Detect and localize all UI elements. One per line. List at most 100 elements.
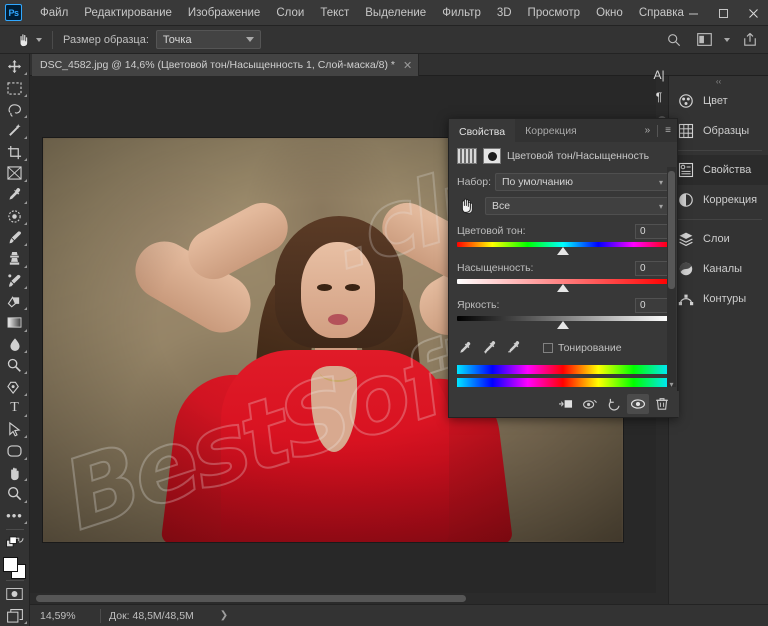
type-tool[interactable]: T — [1, 398, 29, 419]
properties-scroll-thumb[interactable] — [668, 171, 675, 289]
scroll-down-chevron-icon[interactable]: ▾ — [668, 380, 675, 389]
saturation-value-field[interactable]: 0 — [635, 260, 669, 276]
brush-tool[interactable] — [1, 227, 29, 248]
minimize-button[interactable] — [678, 0, 708, 26]
menu-item-text[interactable]: Текст — [312, 3, 357, 23]
lightness-slider-track[interactable] — [457, 315, 669, 329]
clip-to-layer-button[interactable] — [555, 394, 577, 414]
dock-collapse-handle[interactable]: ‹‹ — [669, 76, 768, 86]
horizontal-scroll-thumb[interactable] — [36, 595, 466, 602]
frame-tool[interactable] — [1, 163, 29, 184]
screen-mode-button[interactable] — [1, 605, 29, 626]
hue-value-field[interactable]: 0 — [635, 223, 669, 239]
history-brush-tool[interactable] — [1, 270, 29, 291]
zoom-tool[interactable] — [1, 483, 29, 504]
channels-icon — [677, 260, 695, 278]
pen-tool[interactable] — [1, 376, 29, 397]
saturation-slider-thumb[interactable] — [557, 284, 569, 292]
lightness-value-field[interactable]: 0 — [635, 297, 669, 313]
blur-tool[interactable] — [1, 334, 29, 355]
edit-toolbar-button[interactable]: ••• — [1, 505, 29, 526]
dock-item-swatches[interactable]: Образцы — [669, 116, 768, 146]
paragraph-panel-icon[interactable]: ¶ — [648, 86, 670, 108]
default-colors-swap-row[interactable] — [1, 533, 29, 554]
lightness-slider-thumb[interactable] — [557, 321, 569, 329]
arrange-chevron-icon[interactable] — [724, 37, 730, 42]
color-swatches[interactable] — [2, 556, 28, 580]
lasso-tool[interactable] — [1, 99, 29, 120]
clone-stamp-tool[interactable] — [1, 248, 29, 269]
tab-properties[interactable]: Свойства — [449, 119, 516, 142]
colorize-checkbox[interactable] — [543, 343, 553, 353]
magic-wand-tool[interactable] — [1, 120, 29, 141]
arrange-documents-icon[interactable] — [694, 30, 714, 50]
character-panel-icon[interactable]: A| — [648, 64, 670, 86]
dock-item-properties[interactable]: Свойства — [669, 155, 768, 185]
dock-item-adjustments[interactable]: Коррекция — [669, 185, 768, 215]
menu-item-window[interactable]: Окно — [588, 3, 631, 23]
dock-item-channels[interactable]: Каналы — [669, 254, 768, 284]
paths-icon — [677, 290, 695, 308]
document-tab[interactable]: DSC_4582.jpg @ 14,6% (Цветовой тон/Насыщ… — [32, 54, 420, 76]
menu-item-layers[interactable]: Слои — [268, 3, 312, 23]
healing-brush-tool[interactable] — [1, 206, 29, 227]
toggle-visibility-button[interactable] — [627, 394, 649, 414]
eyedropper-tool[interactable] — [1, 184, 29, 205]
preset-select[interactable]: По умолчанию ▾ — [495, 173, 669, 191]
dodge-tool[interactable] — [1, 355, 29, 376]
gradient-tool[interactable] — [1, 312, 29, 333]
menu-item-edit[interactable]: Редактирование — [76, 3, 180, 23]
hand-tool-icon[interactable] — [10, 29, 36, 51]
expand-collapse-icon[interactable]: » — [645, 125, 651, 136]
reset-button[interactable] — [603, 394, 625, 414]
eyedropper-icon[interactable] — [457, 340, 473, 356]
hand-tool[interactable] — [1, 462, 29, 483]
panel-menu-icon[interactable]: ≡ — [665, 125, 671, 136]
tool-preset-chevron-icon[interactable] — [36, 37, 42, 42]
foreground-color-swatch[interactable] — [2, 557, 18, 573]
chevron-down-icon: ▾ — [658, 177, 663, 187]
search-icon[interactable] — [664, 30, 684, 50]
crop-tool[interactable] — [1, 141, 29, 162]
menu-item-view[interactable]: Просмотр — [520, 3, 589, 23]
eraser-tool[interactable] — [1, 291, 29, 312]
channel-select[interactable]: Все ▾ — [485, 197, 669, 215]
share-icon[interactable] — [740, 30, 760, 50]
menu-item-filter[interactable]: Фильтр — [434, 3, 489, 23]
saturation-slider-track[interactable] — [457, 278, 669, 292]
eyedropper-subtract-icon[interactable] — [505, 340, 521, 356]
quick-mask-button[interactable] — [1, 583, 29, 604]
dock-item-paths[interactable]: Контуры — [669, 284, 768, 314]
canvas-horizontal-scrollbar[interactable] — [30, 593, 668, 604]
spectrum-bar-input[interactable] — [457, 365, 669, 374]
status-expand-icon[interactable]: ❯ — [220, 610, 228, 621]
menu-item-image[interactable]: Изображение — [180, 3, 268, 23]
adjustment-layer-thumbnail[interactable] — [483, 148, 501, 164]
colorize-control[interactable]: Тонирование — [543, 342, 622, 354]
eyedropper-add-icon[interactable] — [481, 340, 497, 356]
menu-item-file[interactable]: Файл — [32, 3, 76, 23]
menu-bar: Ps Файл Редактирование Изображение Слои … — [0, 0, 768, 26]
properties-panel-scrollbar[interactable]: ▾ — [667, 167, 676, 389]
dock-item-layers[interactable]: Слои — [669, 224, 768, 254]
hue-slider-thumb[interactable] — [557, 247, 569, 255]
path-selection-tool[interactable] — [1, 419, 29, 440]
move-tool[interactable] — [1, 56, 29, 77]
menu-item-select[interactable]: Выделение — [357, 3, 434, 23]
dock-item-color[interactable]: Цвет — [669, 86, 768, 116]
delete-layer-button[interactable] — [651, 394, 673, 414]
adjustments-icon — [677, 191, 695, 209]
spectrum-bar-output[interactable] — [457, 378, 669, 387]
menu-item-3d[interactable]: 3D — [489, 3, 520, 23]
zoom-level[interactable]: 14,59% — [30, 610, 92, 622]
layer-mask-thumbnail[interactable] — [457, 148, 477, 164]
view-previous-state-button[interactable] — [579, 394, 601, 414]
shape-tool[interactable] — [1, 440, 29, 461]
sample-size-select[interactable]: Точка — [155, 30, 261, 49]
close-icon[interactable]: ✕ — [403, 59, 412, 72]
tab-adjustments[interactable]: Коррекция — [515, 119, 587, 142]
hue-slider-track[interactable] — [457, 241, 669, 255]
marquee-tool[interactable] — [1, 77, 29, 98]
maximize-button[interactable] — [708, 0, 738, 26]
close-button[interactable] — [738, 0, 768, 26]
